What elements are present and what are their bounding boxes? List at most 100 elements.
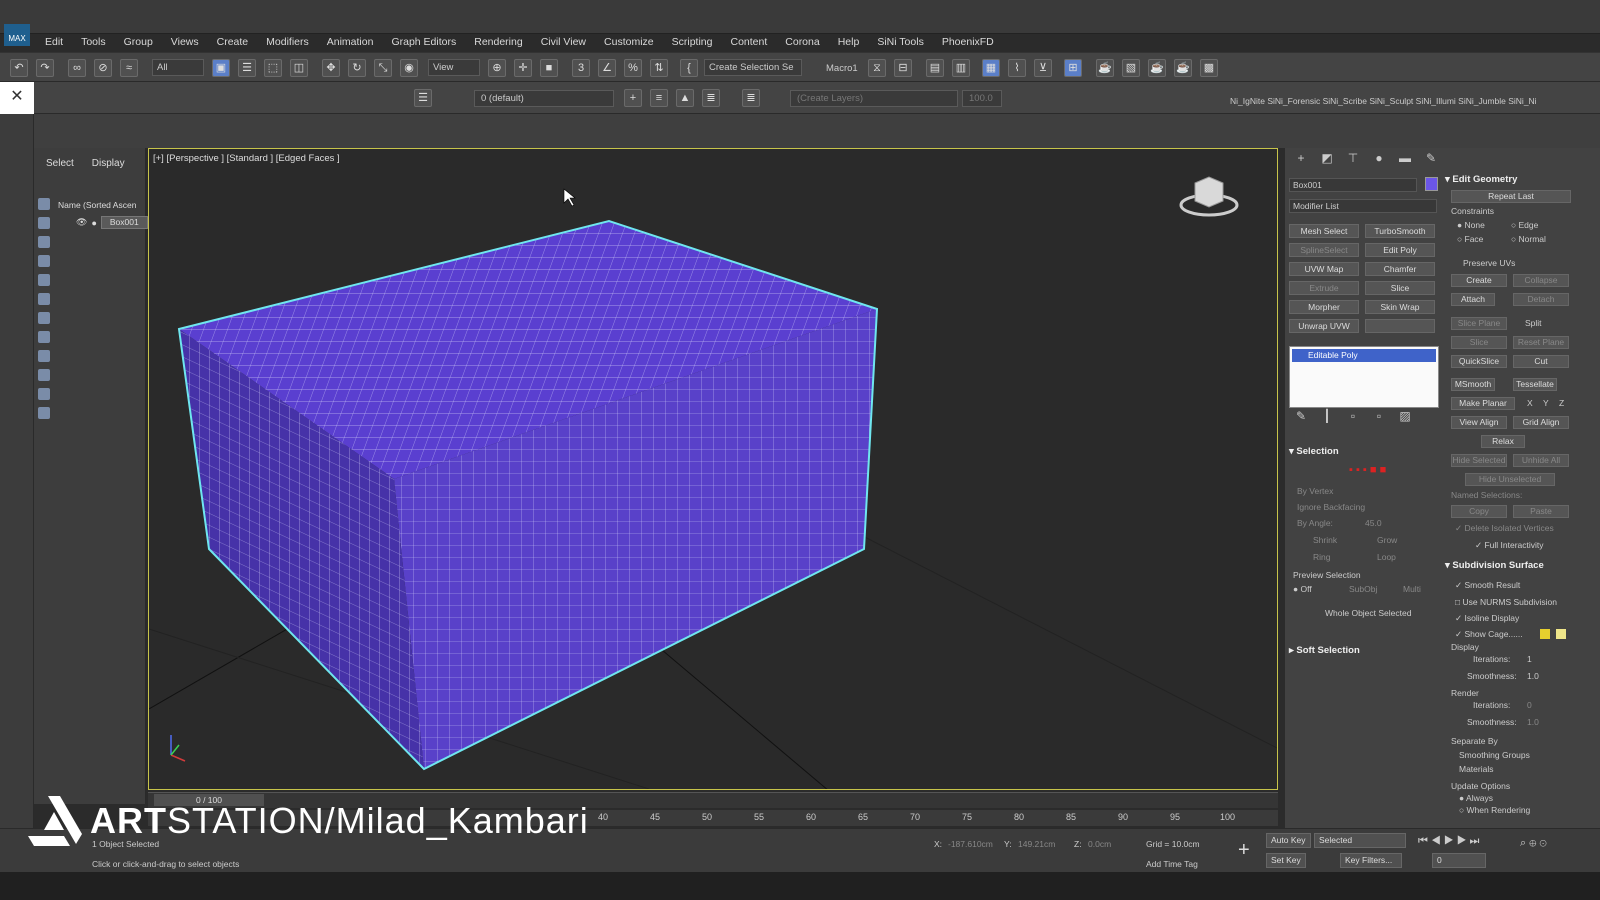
skin-wrap-button[interactable]: Skin Wrap (1365, 300, 1435, 314)
menu-corona[interactable]: Corona (776, 34, 828, 50)
percent-snap-icon[interactable]: % (624, 59, 642, 77)
delete-isolated-checkbox[interactable]: ✓ Delete Isolated Vertices (1455, 523, 1554, 534)
utilities-tab-icon[interactable]: ✎ (1423, 150, 1439, 166)
make-planar-button[interactable]: Make Planar (1451, 397, 1515, 410)
y-coord-field[interactable]: 149.21cm (1018, 839, 1055, 849)
pivot-icon[interactable]: ⊕ (488, 59, 506, 77)
smoothing-groups-checkbox[interactable]: Smoothing Groups (1459, 750, 1530, 760)
preview-multi-radio[interactable]: Multi (1403, 584, 1421, 594)
key-filters-button[interactable]: Key Filters... (1340, 853, 1402, 868)
subdivision-surface-header[interactable]: ▾ Subdivision Surface (1445, 560, 1544, 574)
snap-toggle-icon[interactable]: 3 (572, 59, 590, 77)
eye-icon[interactable]: 👁 (76, 217, 87, 228)
auto-key-button[interactable]: Auto Key (1266, 833, 1311, 848)
ignore-backfacing-checkbox[interactable]: Ignore Backfacing (1297, 502, 1365, 512)
preview-off-radio[interactable]: ● Off (1293, 584, 1312, 594)
plugin-toolbar-text[interactable]: Ni_IgNite SiNi_Forensic SiNi_Scribe SiNi… (1230, 96, 1590, 106)
slice-plane-button[interactable]: Slice Plane (1451, 317, 1507, 330)
scene-item-row[interactable]: 👁 ● Box001 (76, 216, 148, 229)
cage-color-swatch[interactable] (1540, 629, 1550, 639)
selection-rollout-header[interactable]: ▾ Selection (1289, 446, 1339, 460)
scene-tab-display[interactable]: Display (92, 158, 125, 169)
layer-dropdown[interactable]: 0 (default) (474, 90, 614, 107)
undo-icon[interactable]: ↶ (10, 59, 28, 77)
camera-filter-icon[interactable] (38, 255, 50, 267)
macro-label[interactable]: Macro1 (826, 63, 858, 74)
show-end-result-icon[interactable]: ┃ (1319, 408, 1335, 424)
redo-icon[interactable]: ↷ (36, 59, 54, 77)
soft-selection-rollout-header[interactable]: ▸ Soft Selection (1289, 645, 1360, 659)
render-smoothness-value[interactable]: 1.0 (1527, 717, 1539, 727)
display-smoothness-value[interactable]: 1.0 (1527, 671, 1539, 681)
menu-modifiers[interactable]: Modifiers (257, 34, 318, 50)
make-unique-icon[interactable]: ▫ (1345, 408, 1361, 424)
grid-align-button[interactable]: Grid Align (1513, 416, 1569, 429)
render-cloud-icon[interactable]: ▩ (1200, 59, 1218, 77)
display-iterations-value[interactable]: 1 (1527, 654, 1532, 664)
group-filter-icon[interactable] (38, 312, 50, 324)
z-coord-field[interactable]: 0.0cm (1088, 839, 1111, 849)
paste-button[interactable]: Paste (1513, 505, 1569, 518)
edit-named-selection-icon[interactable]: { (680, 59, 698, 77)
isoline-display-checkbox[interactable]: ✓ Isoline Display (1455, 613, 1519, 624)
quickslice-button[interactable]: QuickSlice (1451, 355, 1507, 368)
hide-unselected-button[interactable]: Hide Unselected (1465, 473, 1555, 486)
menu-civil-view[interactable]: Civil View (532, 34, 595, 50)
always-radio[interactable]: ● Always (1459, 793, 1493, 803)
set-key-plus-icon[interactable]: + (1238, 839, 1250, 862)
shrink-button[interactable]: Shrink (1313, 535, 1337, 545)
chamfer-button[interactable]: Chamfer (1365, 262, 1435, 276)
subobject-icons[interactable]: ▪ ▪ ▪ ■ ■ (1349, 464, 1386, 476)
attach-button[interactable]: Attach (1451, 293, 1495, 306)
when-rendering-radio[interactable]: ○ When Rendering (1459, 805, 1530, 815)
planar-x-button[interactable]: X (1527, 398, 1533, 408)
box001-mesh[interactable] (177, 219, 879, 771)
planar-z-button[interactable]: Z (1559, 398, 1564, 408)
rendered-frame-icon[interactable]: ▧ (1122, 59, 1140, 77)
splineselect-button[interactable]: SplineSelect (1289, 243, 1359, 257)
link-icon[interactable]: ∞ (68, 59, 86, 77)
view-cube-icon[interactable] (1179, 176, 1239, 217)
constraint-edge-radio[interactable]: ○ Edge (1511, 220, 1538, 230)
menu-views[interactable]: Views (162, 34, 208, 50)
scene-explorer-icon[interactable]: ▤ (926, 59, 944, 77)
ring-button[interactable]: Ring (1313, 552, 1330, 562)
menu-rendering[interactable]: Rendering (465, 34, 531, 50)
scene-item-box001[interactable]: Box001 (100, 216, 148, 229)
object-color-swatch[interactable] (1425, 177, 1438, 191)
rotate-icon[interactable]: ↻ (348, 59, 366, 77)
rect-selection-icon[interactable]: ⬚ (264, 59, 282, 77)
unwrap-uvw-button[interactable]: Unwrap UVW (1289, 319, 1359, 333)
display-tab-icon[interactable]: ▬ (1397, 150, 1413, 166)
layer-manager-icon[interactable]: ☰ (414, 89, 432, 107)
mesh-select-button[interactable]: Mesh Select (1289, 224, 1359, 238)
show-cage-checkbox[interactable]: ✓ Show Cage...... (1455, 629, 1523, 640)
spacewarp-filter-icon[interactable] (38, 293, 50, 305)
xref-filter-icon[interactable] (38, 331, 50, 343)
render-setup-icon[interactable]: ☕ (1096, 59, 1114, 77)
menu-tools[interactable]: Tools (72, 34, 115, 50)
select-object-icon[interactable]: ▣ (212, 59, 230, 77)
render-iterations-value[interactable]: 0 (1527, 700, 1532, 710)
app-icon[interactable]: MAX (4, 24, 30, 46)
ribbon-toggle-icon[interactable]: ▦ (982, 59, 1000, 77)
spinner-snap-icon[interactable]: ⇅ (650, 59, 668, 77)
add-to-layer-icon[interactable]: ≡ (650, 89, 668, 107)
helper-filter-icon[interactable] (38, 274, 50, 286)
create-layer-icon[interactable]: + (624, 89, 642, 107)
tessellate-button[interactable]: Tessellate (1513, 378, 1557, 391)
bind-space-warp-icon[interactable]: ≈ (120, 59, 138, 77)
selection-filter-dropdown[interactable]: All (152, 59, 204, 76)
grow-button[interactable]: Grow (1377, 535, 1397, 545)
move-icon[interactable]: ✥ (322, 59, 340, 77)
selected-set-dropdown[interactable]: Selected (1314, 833, 1406, 848)
x-coord-field[interactable]: -187.610cm (948, 839, 993, 849)
uvw-map-button[interactable]: UVW Map (1289, 262, 1359, 276)
by-vertex-checkbox[interactable]: By Vertex (1297, 486, 1333, 496)
spin-value-field[interactable]: 100.0 (962, 90, 1002, 107)
modify-tab-icon[interactable]: ◩ (1319, 150, 1335, 166)
modifier-list-dropdown[interactable]: Modifier List (1289, 199, 1437, 213)
add-time-tag[interactable]: Add Time Tag (1146, 859, 1198, 869)
menu-content[interactable]: Content (721, 34, 776, 50)
constraint-none-radio[interactable]: ● None (1457, 220, 1485, 230)
